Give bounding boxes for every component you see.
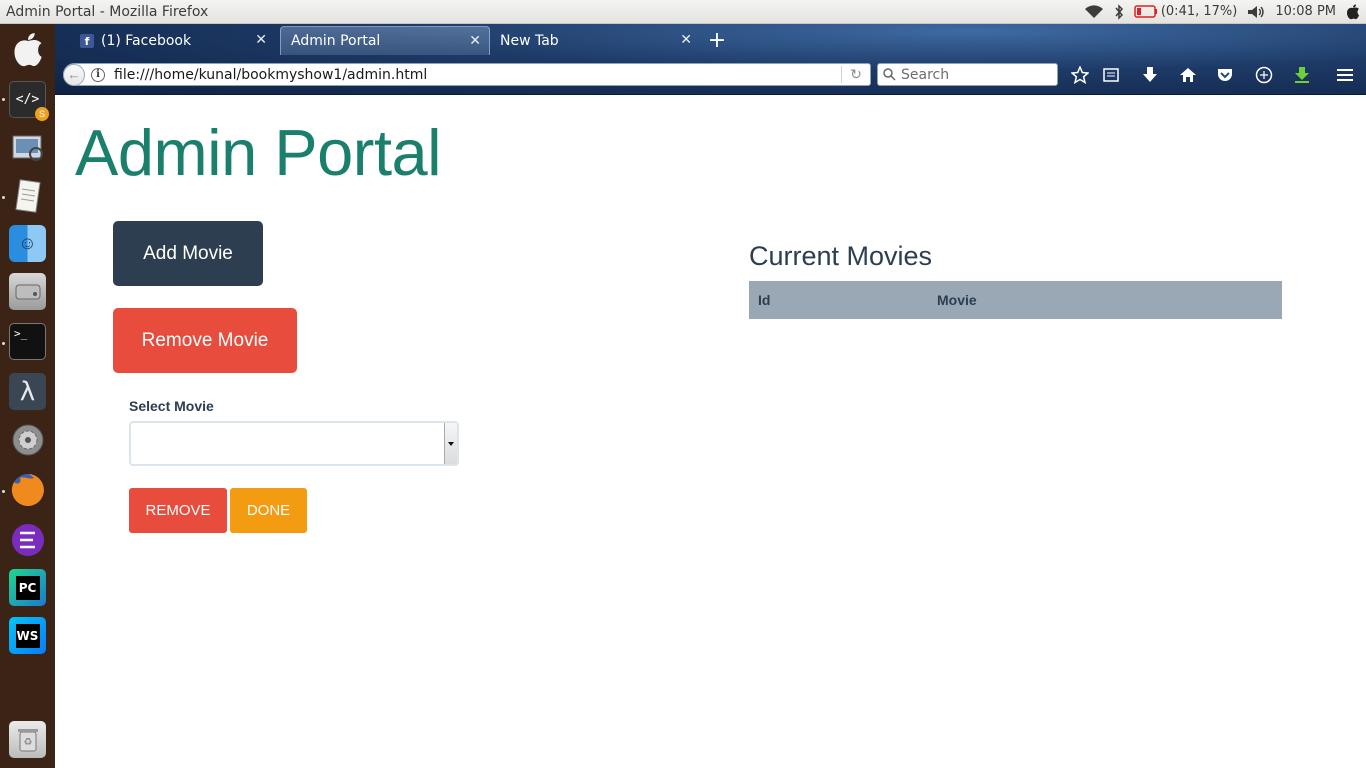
svg-text:♻: ♻ bbox=[23, 737, 32, 748]
running-indicator bbox=[2, 342, 5, 345]
extension-download-icon[interactable] bbox=[1291, 65, 1313, 85]
os-top-bar: Admin Portal - Mozilla Firefox (0:41, 17… bbox=[0, 0, 1366, 24]
status-area: (0:41, 17%) 10:08 PM bbox=[1084, 3, 1366, 20]
running-indicator bbox=[2, 196, 5, 199]
running-indicator bbox=[2, 98, 5, 101]
battery-text: (0:41, 17%) bbox=[1160, 4, 1238, 19]
terminal-icon[interactable]: >_ bbox=[9, 323, 46, 360]
trash-icon[interactable]: ♻ bbox=[9, 721, 46, 758]
tab-label: (1) Facebook bbox=[101, 32, 192, 49]
clock[interactable]: 10:08 PM bbox=[1275, 4, 1336, 19]
movie-select[interactable] bbox=[129, 421, 459, 466]
settings-icon[interactable] bbox=[9, 421, 46, 458]
image-viewer-icon[interactable] bbox=[9, 129, 46, 166]
search-placeholder: Search bbox=[901, 66, 950, 83]
home-icon[interactable] bbox=[1177, 65, 1199, 85]
close-icon[interactable]: ✕ bbox=[469, 33, 481, 49]
wifi-icon[interactable] bbox=[1084, 4, 1104, 20]
remove-movie-button[interactable]: Remove Movie bbox=[113, 308, 297, 373]
tab-new-tab[interactable]: New Tab ✕ bbox=[490, 26, 700, 55]
page-title: Admin Portal bbox=[75, 116, 442, 189]
movies-table-header: Id Movie bbox=[749, 281, 1282, 319]
window-title: Admin Portal - Mozilla Firefox bbox=[6, 3, 209, 20]
running-indicator bbox=[2, 490, 5, 493]
pycharm-icon[interactable]: PC bbox=[9, 569, 46, 606]
info-icon[interactable]: i bbox=[91, 67, 105, 82]
privacy-shield-icon[interactable] bbox=[1253, 65, 1275, 85]
bluetooth-icon[interactable] bbox=[1114, 3, 1124, 20]
battery-icon[interactable]: (0:41, 17%) bbox=[1134, 4, 1238, 19]
reload-icon[interactable]: ↻ bbox=[842, 66, 870, 83]
search-icon bbox=[883, 68, 896, 81]
finder-icon[interactable]: ☺ bbox=[9, 225, 46, 262]
column-header-movie: Movie bbox=[937, 292, 977, 308]
tab-facebook[interactable]: f (1) Facebook ✕ bbox=[70, 26, 275, 55]
menu-hamburger-icon[interactable] bbox=[1334, 65, 1356, 85]
tab-strip: f (1) Facebook ✕ Admin Portal ✕ New Tab … bbox=[55, 24, 1366, 55]
bookmark-star-icon[interactable] bbox=[1069, 65, 1091, 85]
add-movie-button[interactable]: Add Movie bbox=[113, 221, 263, 286]
tab-admin-portal[interactable]: Admin Portal ✕ bbox=[280, 26, 490, 55]
firefox-icon[interactable] bbox=[9, 471, 46, 508]
nav-bar: ← i file:///home/kunal/bookmyshow1/admin… bbox=[55, 55, 1366, 95]
webstorm-icon[interactable]: WS bbox=[9, 617, 46, 654]
code-editor-icon[interactable]: </> S bbox=[9, 81, 49, 121]
download-icon[interactable] bbox=[1139, 65, 1161, 85]
close-icon[interactable]: ✕ bbox=[255, 32, 267, 48]
current-movies-heading: Current Movies bbox=[749, 241, 933, 271]
tab-label: Admin Portal bbox=[291, 33, 381, 49]
column-header-id: Id bbox=[758, 292, 771, 308]
lambda-icon[interactable]: λ bbox=[9, 373, 46, 410]
apple-logo-icon[interactable] bbox=[9, 31, 46, 68]
launcher: </> S ☺ >_ λ PC WS ♻ bbox=[0, 24, 55, 768]
select-movie-label: Select Movie bbox=[129, 398, 214, 414]
pocket-icon[interactable] bbox=[1214, 65, 1236, 85]
chevron-down-icon[interactable] bbox=[444, 423, 457, 464]
volume-icon[interactable] bbox=[1247, 5, 1265, 19]
url-bar[interactable]: ← i file:///home/kunal/bookmyshow1/admin… bbox=[63, 63, 871, 86]
back-arrow-icon[interactable]: ← bbox=[63, 63, 85, 86]
tab-label: New Tab bbox=[500, 32, 559, 49]
search-input[interactable]: Search bbox=[877, 63, 1058, 86]
text-editor-icon[interactable] bbox=[9, 177, 46, 214]
facebook-favicon-icon: f bbox=[80, 33, 94, 48]
page-content: Admin Portal Add Movie Remove Movie Sele… bbox=[55, 95, 1366, 768]
apple-menu-icon[interactable] bbox=[1346, 4, 1360, 20]
done-button[interactable]: DONE bbox=[230, 488, 307, 533]
bookmarks-list-icon[interactable] bbox=[1100, 65, 1122, 85]
url-text[interactable]: file:///home/kunal/bookmyshow1/admin.htm… bbox=[114, 67, 841, 83]
new-tab-button[interactable]: + bbox=[705, 26, 729, 55]
remove-button[interactable]: REMOVE bbox=[129, 488, 227, 533]
browser-chrome: f (1) Facebook ✕ Admin Portal ✕ New Tab … bbox=[55, 24, 1366, 95]
disk-icon[interactable] bbox=[9, 273, 46, 310]
close-icon[interactable]: ✕ bbox=[680, 32, 692, 48]
emacs-icon[interactable] bbox=[9, 521, 46, 558]
